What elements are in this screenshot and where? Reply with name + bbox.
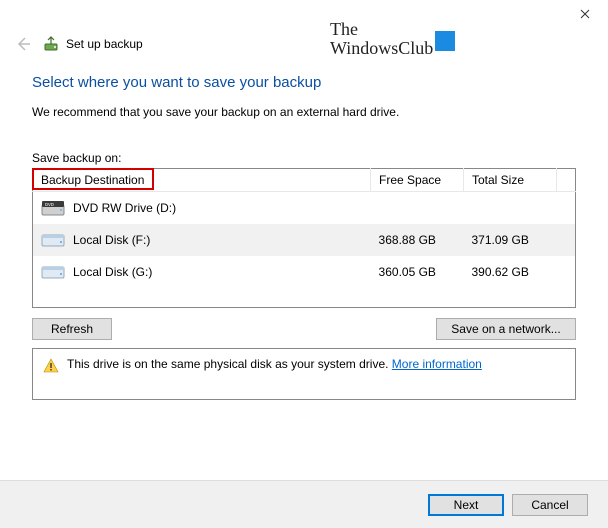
more-info-link[interactable]: More information xyxy=(392,357,482,371)
drive-name: Local Disk (G:) xyxy=(73,265,152,279)
header: Set up backup The WindowsClub xyxy=(0,32,608,64)
drive-table: Backup Destination Free Space Total Size… xyxy=(32,168,576,308)
drive-icon xyxy=(41,231,65,249)
recommendation-text: We recommend that you save your backup o… xyxy=(32,105,576,119)
drive-total: 371.09 GB xyxy=(464,224,557,256)
back-arrow-icon xyxy=(14,35,32,53)
drive-name: DVD RW Drive (D:) xyxy=(73,201,176,215)
drive-total: 390.62 GB xyxy=(464,256,557,288)
window-title: Set up backup xyxy=(66,37,143,51)
drive-row[interactable]: Local Disk (F:) 368.88 GB371.09 GB xyxy=(33,224,576,256)
drive-free xyxy=(371,192,464,224)
next-button[interactable]: Next xyxy=(428,494,504,516)
svg-text:DVD: DVD xyxy=(45,202,54,207)
drive-icon xyxy=(41,263,65,281)
col-total-size[interactable]: Total Size xyxy=(464,169,557,192)
back-button[interactable] xyxy=(14,35,32,53)
drive-name: Local Disk (F:) xyxy=(73,233,150,247)
drive-icon: DVD xyxy=(41,199,65,217)
page-heading: Select where you want to save your backu… xyxy=(32,74,576,91)
drive-total xyxy=(464,192,557,224)
col-spacer xyxy=(556,169,575,192)
warning-icon xyxy=(43,358,59,374)
footer: Next Cancel xyxy=(0,480,608,528)
list-label: Save backup on: xyxy=(32,151,576,165)
brand-square-icon xyxy=(435,31,455,51)
brand-line2: WindowsClub xyxy=(330,39,433,58)
refresh-button[interactable]: Refresh xyxy=(32,318,112,340)
save-network-button[interactable]: Save on a network... xyxy=(436,318,576,340)
col-free-space[interactable]: Free Space xyxy=(371,169,464,192)
drive-row[interactable]: DVD DVD RW Drive (D:) xyxy=(33,192,576,224)
drive-free: 360.05 GB xyxy=(371,256,464,288)
close-icon xyxy=(580,9,590,19)
backup-icon xyxy=(42,35,60,53)
brand-logo: The WindowsClub xyxy=(330,20,455,59)
warning-text: This drive is on the same physical disk … xyxy=(67,357,482,371)
warning-box: This drive is on the same physical disk … xyxy=(32,348,576,400)
drive-free: 368.88 GB xyxy=(371,224,464,256)
close-button[interactable] xyxy=(563,0,607,28)
title-bar xyxy=(0,0,608,32)
drive-row[interactable]: Local Disk (G:) 360.05 GB390.62 GB xyxy=(33,256,576,288)
content-area: Select where you want to save your backu… xyxy=(0,64,608,400)
cancel-button[interactable]: Cancel xyxy=(512,494,588,516)
col-destination[interactable]: Backup Destination xyxy=(33,169,371,192)
